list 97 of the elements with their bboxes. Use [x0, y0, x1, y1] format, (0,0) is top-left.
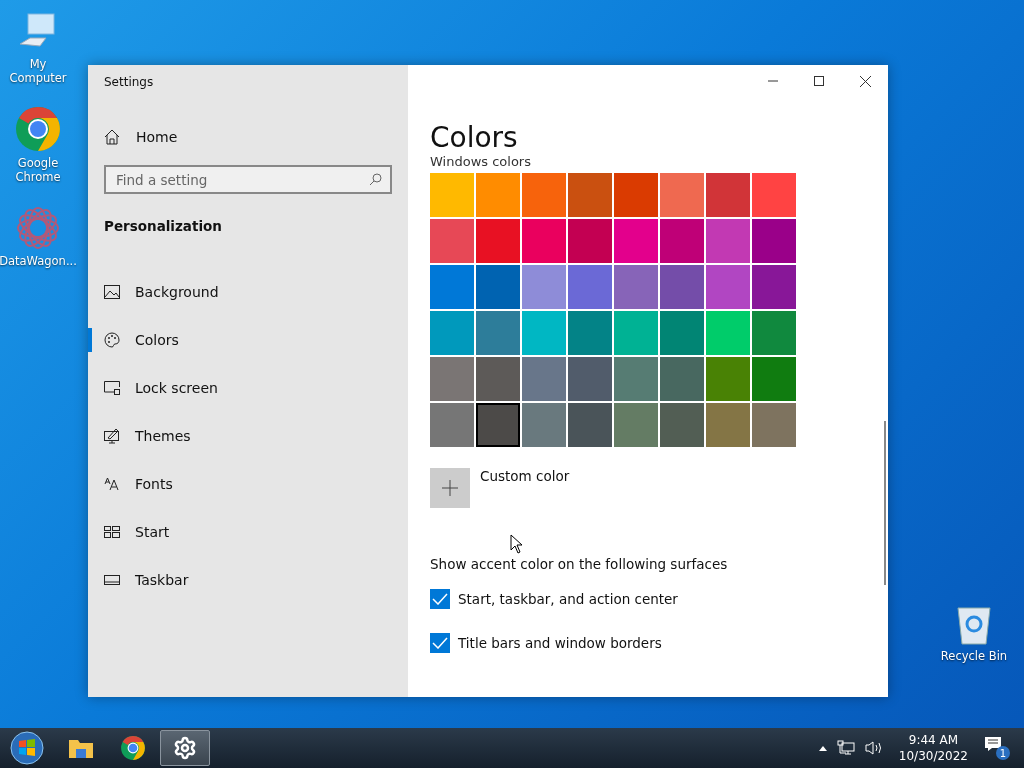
custom-color-label: Custom color	[480, 468, 570, 484]
color-swatch[interactable]	[522, 403, 566, 447]
color-swatch[interactable]	[522, 219, 566, 263]
color-swatch[interactable]	[476, 403, 520, 447]
search-icon	[369, 173, 382, 186]
message-icon	[984, 736, 1002, 752]
themes-icon	[104, 428, 120, 444]
color-swatch[interactable]	[706, 403, 750, 447]
notification-count: 1	[996, 746, 1010, 760]
window-title: Settings	[104, 75, 155, 89]
maximize-icon	[814, 76, 824, 86]
custom-color-button[interactable]	[430, 468, 470, 508]
checkbox[interactable]	[430, 589, 450, 609]
checkbox-label: Start, taskbar, and action center	[458, 591, 678, 607]
network-icon[interactable]	[836, 740, 855, 756]
chrome-icon	[14, 105, 62, 153]
page-title: Colors	[430, 121, 519, 155]
surfaces-heading: Show accent color on the following surfaces	[430, 556, 729, 572]
color-swatch[interactable]	[660, 403, 704, 447]
color-swatch[interactable]	[476, 173, 520, 217]
color-swatch[interactable]	[430, 173, 474, 217]
color-swatch[interactable]	[706, 219, 750, 263]
folder-icon	[68, 737, 94, 759]
subheading: Windows colors	[430, 155, 532, 169]
color-swatch[interactable]	[752, 403, 796, 447]
palette-icon	[104, 332, 120, 348]
volume-icon[interactable]	[864, 740, 883, 756]
color-swatch[interactable]	[522, 311, 566, 355]
color-swatch[interactable]	[568, 173, 612, 217]
color-swatch[interactable]	[752, 357, 796, 401]
color-swatch[interactable]	[752, 173, 796, 217]
checkbox[interactable]	[430, 633, 450, 653]
nav-item[interactable]: Background	[88, 268, 392, 316]
clock[interactable]: 9:44 AM 10/30/2022	[898, 732, 968, 764]
mandala-icon	[15, 205, 61, 251]
color-swatch[interactable]	[706, 173, 750, 217]
nav-item[interactable]: Taskbar	[88, 556, 392, 604]
close-icon	[859, 75, 871, 87]
color-swatch[interactable]	[614, 357, 658, 401]
color-swatch[interactable]	[660, 219, 704, 263]
color-swatch[interactable]	[614, 311, 658, 355]
section-heading: Personalization	[104, 218, 223, 234]
lock-screen-icon	[104, 381, 120, 395]
color-swatch[interactable]	[752, 265, 796, 309]
fonts-icon	[104, 477, 120, 491]
windows-orb-icon	[10, 731, 44, 765]
color-swatch[interactable]	[476, 311, 520, 355]
nav-item[interactable]: Start	[88, 508, 392, 556]
color-swatch[interactable]	[568, 265, 612, 309]
color-swatch[interactable]	[568, 311, 612, 355]
search-field[interactable]: Find a setting	[104, 165, 392, 194]
color-swatch[interactable]	[430, 311, 474, 355]
color-swatch[interactable]	[660, 311, 704, 355]
color-swatch[interactable]	[614, 219, 658, 263]
desktop-icon-label[interactable]: Recycle Bin	[940, 649, 1008, 663]
color-swatch[interactable]	[568, 357, 612, 401]
home-icon	[104, 129, 120, 145]
color-swatch[interactable]	[522, 173, 566, 217]
color-swatch[interactable]	[706, 265, 750, 309]
color-swatch[interactable]	[706, 357, 750, 401]
plus-icon	[442, 480, 458, 496]
home-link[interactable]: Home	[104, 129, 392, 145]
nav-item[interactable]: Fonts	[88, 460, 392, 508]
start-tiles-icon	[104, 526, 120, 538]
notification-button[interactable]: 1	[984, 736, 1010, 760]
taskbar-button[interactable]	[160, 730, 210, 766]
nav-item[interactable]: Lock screen	[88, 364, 392, 412]
color-swatch[interactable]	[430, 219, 474, 263]
caret-up-icon[interactable]	[818, 745, 827, 751]
chrome-icon	[120, 735, 146, 761]
taskbar-icon	[104, 575, 120, 585]
gear-icon	[173, 736, 197, 760]
cursor-icon	[510, 534, 523, 554]
color-swatch[interactable]	[614, 403, 658, 447]
color-swatch[interactable]	[476, 357, 520, 401]
color-swatch[interactable]	[614, 173, 658, 217]
color-swatch[interactable]	[752, 219, 796, 263]
search-input[interactable]: Find a setting	[114, 170, 369, 189]
color-swatch[interactable]	[476, 219, 520, 263]
color-swatch[interactable]	[660, 357, 704, 401]
color-swatch[interactable]	[476, 265, 520, 309]
checkbox-label: Title bars and window borders	[458, 635, 662, 651]
color-swatch[interactable]	[614, 265, 658, 309]
color-swatch[interactable]	[660, 265, 704, 309]
color-swatch[interactable]	[430, 357, 474, 401]
color-swatch[interactable]	[752, 311, 796, 355]
color-swatch[interactable]	[430, 403, 474, 447]
picture-frame-icon	[104, 285, 120, 299]
nav-item[interactable]: Themes	[88, 412, 392, 460]
scrollbar[interactable]	[884, 421, 886, 585]
color-swatch[interactable]	[568, 403, 612, 447]
color-swatch[interactable]	[522, 357, 566, 401]
color-swatch[interactable]	[706, 311, 750, 355]
color-swatch[interactable]	[660, 173, 704, 217]
color-swatch[interactable]	[522, 265, 566, 309]
color-swatch[interactable]	[430, 265, 474, 309]
color-swatch[interactable]	[568, 219, 612, 263]
